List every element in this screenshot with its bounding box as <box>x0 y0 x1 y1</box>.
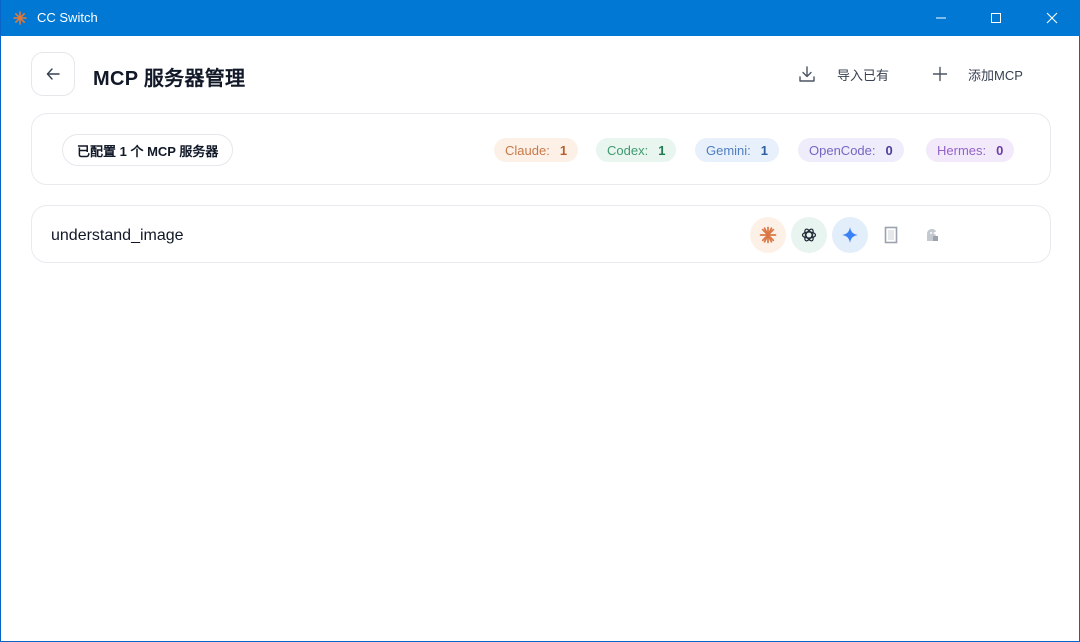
add-mcp-button[interactable]: 添加MCP <box>930 62 1023 86</box>
maximize-button[interactable] <box>971 0 1021 36</box>
badge-label: Gemini: <box>706 142 751 158</box>
badge-label: Hermes: <box>937 142 987 158</box>
server-row[interactable]: understand_image <box>31 205 1051 263</box>
toggle-claude[interactable] <box>750 217 786 253</box>
configured-count-pill: 已配置 1 个 MCP 服务器 <box>62 134 234 166</box>
badge-count: 1 <box>760 142 769 158</box>
toggle-gemini[interactable] <box>832 217 868 253</box>
badge-count: 0 <box>996 142 1004 158</box>
minimize-button[interactable] <box>916 0 966 36</box>
gemini-count-badge: Gemini: 1 <box>695 138 780 162</box>
openai-icon <box>801 228 817 242</box>
opencode-icon <box>884 226 898 244</box>
hermes-count-badge: Hermes: 0 <box>926 138 1015 162</box>
page-title: MCP 服务器管理 <box>93 68 246 90</box>
badge-label: Codex: <box>607 142 649 158</box>
add-mcp-label: 添加MCP <box>968 67 1023 83</box>
toggle-opencode[interactable] <box>873 217 909 253</box>
window-title: CC Switch <box>37 10 98 25</box>
badge-label: OpenCode: <box>809 142 876 158</box>
claude-count-badge: Claude: 1 <box>494 138 579 162</box>
plus-icon <box>930 64 950 84</box>
badge-count: 1 <box>658 142 666 158</box>
badge-label: Claude: <box>505 142 550 158</box>
close-window-button[interactable] <box>1027 0 1077 36</box>
badge-count: 0 <box>885 142 893 158</box>
download-icon <box>797 64 817 84</box>
minimize-icon <box>936 17 946 19</box>
app-logo-icon <box>13 11 27 25</box>
import-existing-label: 导入已有 <box>837 67 890 83</box>
opencode-count-badge: OpenCode: 0 <box>798 138 904 162</box>
toggle-codex[interactable] <box>791 217 827 253</box>
gemini-icon <box>842 227 858 243</box>
import-existing-button[interactable]: 导入已有 <box>797 62 889 86</box>
toggle-hermes[interactable] <box>914 217 950 253</box>
codex-count-badge: Codex: 1 <box>596 138 677 162</box>
badge-count: 1 <box>559 142 568 158</box>
maximize-icon <box>991 13 1001 23</box>
server-name: understand_image <box>51 227 184 244</box>
title-bar[interactable]: CC Switch <box>1 0 1080 36</box>
hermes-icon <box>927 229 938 241</box>
summary-card: 已配置 1 个 MCP 服务器 Claude: 1 Codex: 1 Gemin… <box>31 113 1051 185</box>
claude-icon <box>759 226 777 244</box>
close-icon <box>1046 12 1058 24</box>
back-button[interactable] <box>31 52 75 96</box>
arrow-left-icon <box>46 68 60 80</box>
app-window: CC Switch MCP 服务器管理 导入已有 添加MCP 已配置 1 个 M… <box>0 0 1080 642</box>
